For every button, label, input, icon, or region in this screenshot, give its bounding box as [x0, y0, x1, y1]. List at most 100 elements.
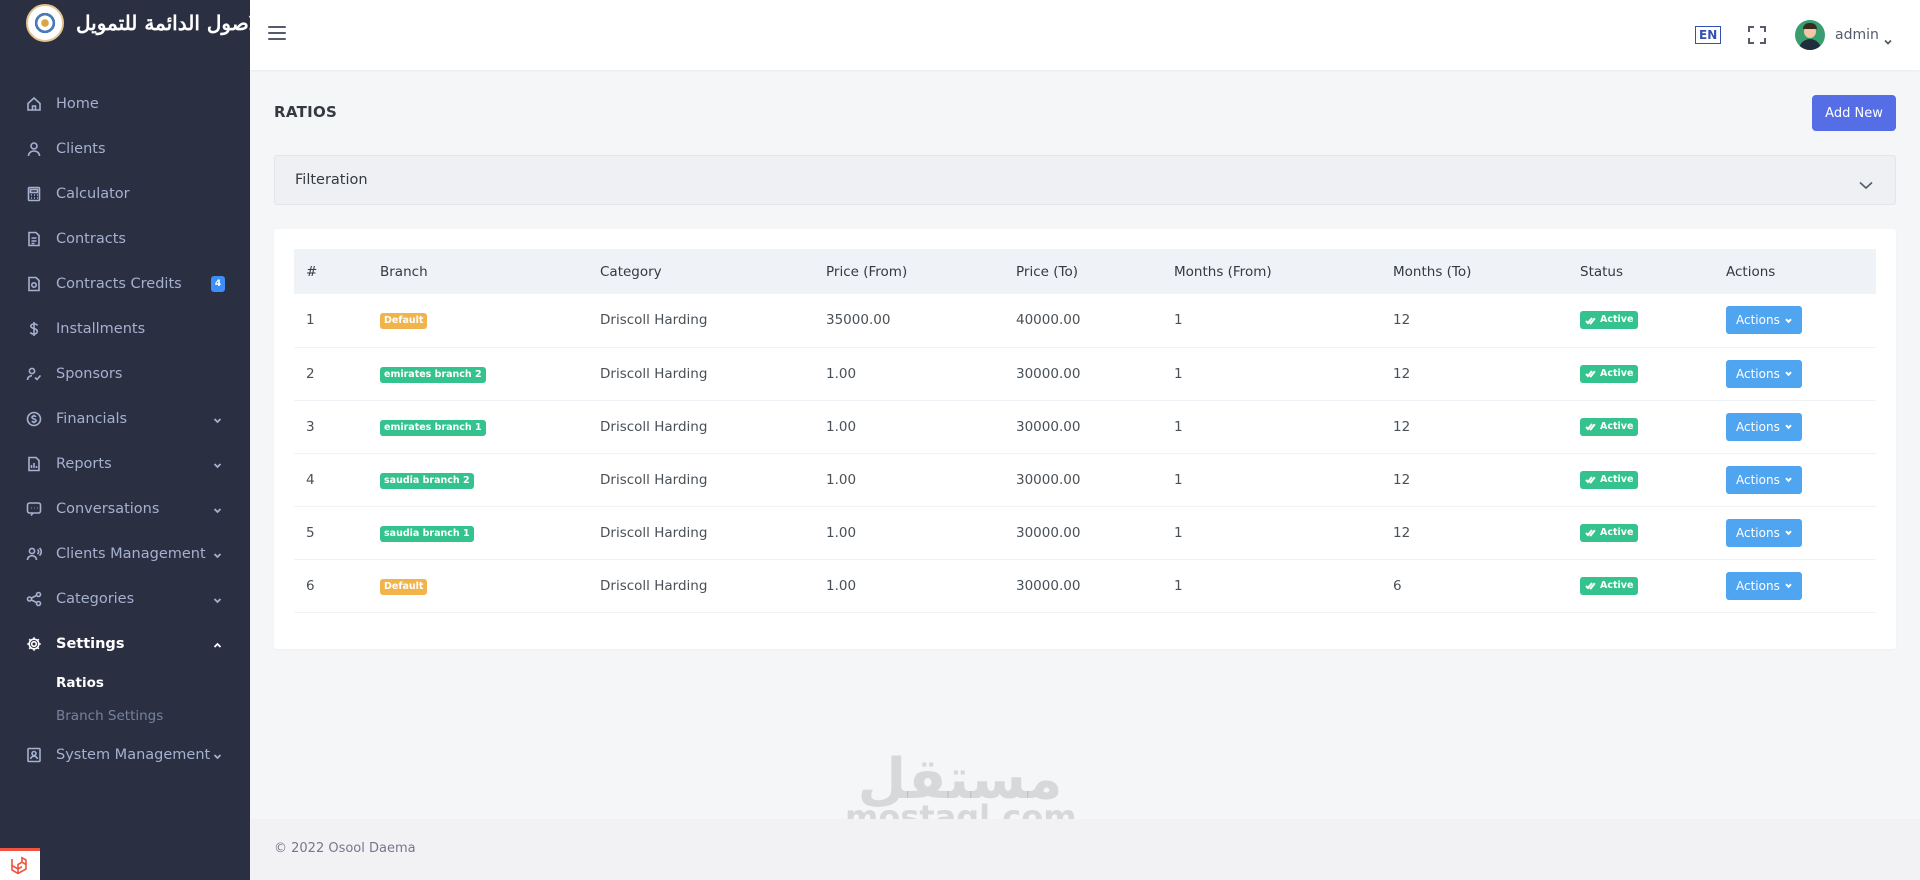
cell-price-from: 1.00 — [826, 577, 857, 594]
sidebar-item-installments[interactable]: Installments — [0, 306, 250, 351]
branch-badge: Default — [380, 578, 428, 595]
chevron-down-icon — [213, 749, 222, 760]
gear-icon — [26, 636, 42, 652]
double-check-icon — [1585, 423, 1596, 431]
sidebar-item-contracts[interactable]: Contracts — [0, 216, 250, 261]
cell-status: Active — [1568, 559, 1714, 612]
fullscreen-icon[interactable] — [1748, 26, 1766, 44]
cell-branch: emirates branch 1 — [368, 400, 588, 453]
branch-badge: emirates branch 1 — [380, 419, 486, 436]
home-icon — [26, 96, 42, 112]
sidebar-item-calculator[interactable]: Calculator — [0, 171, 250, 216]
cell-actions: Actions — [1714, 559, 1876, 612]
cell-price-to: 30000.00 — [1016, 418, 1081, 435]
sidebar-item-label: Conversations — [56, 500, 160, 517]
footer: © 2022 Osool Daema — [250, 819, 1920, 880]
branch-badge: Default — [380, 313, 428, 330]
document-icon — [26, 231, 42, 247]
sidebar-item-sponsors[interactable]: Sponsors — [0, 351, 250, 396]
sidebar-item-label: Home — [56, 95, 99, 112]
sidebar-item-reports[interactable]: Reports — [0, 441, 250, 486]
user-icon — [26, 141, 42, 157]
cell-price-from: 35000.00 — [826, 312, 891, 329]
actions-dropdown-button[interactable]: Actions — [1726, 306, 1802, 335]
watermark-arabic: مستقل — [857, 747, 1063, 812]
status-label: Active — [1600, 473, 1634, 485]
brand[interactable]: الاصول الدائمة للتمويل — [0, 0, 266, 46]
subnav-item-ratios[interactable]: Ratios — [0, 666, 250, 699]
sidebar-item-label: Categories — [56, 590, 135, 607]
cell-months-to: 12 — [1393, 418, 1411, 435]
ratios-card: # Branch Category Price (From) Price (To… — [274, 229, 1896, 649]
actions-dropdown-button[interactable]: Actions — [1726, 412, 1802, 441]
chevron-down-icon — [213, 503, 222, 514]
sidebar-item-contracts-credits[interactable]: Contracts Credits 4 — [0, 261, 250, 306]
table-row: 4 saudia branch 2 Driscoll Harding 1.00 3000… — [294, 453, 1876, 506]
actions-label: Actions — [1736, 578, 1780, 593]
status-label: Active — [1600, 420, 1634, 432]
cell-months-from: 1 — [1174, 365, 1183, 382]
sidebar-item-conversations[interactable]: Conversations — [0, 486, 250, 531]
subnav-item-branch-settings[interactable]: Branch Settings — [0, 699, 250, 732]
sidebar-item-system-management[interactable]: System Management — [0, 732, 250, 777]
status-badge: Active — [1580, 470, 1639, 489]
cell-price-from: 1.00 — [826, 365, 857, 382]
laravel-debugbar-icon[interactable] — [0, 848, 40, 880]
add-new-button[interactable]: Add New — [1812, 95, 1896, 131]
sidebar-item-home[interactable]: Home — [0, 81, 250, 126]
sidebar-item-categories[interactable]: Categories — [0, 576, 250, 621]
chevron-down-icon — [213, 593, 222, 604]
chevron-down-icon — [1884, 31, 1892, 45]
cell-months-from: 1 — [1174, 471, 1183, 488]
actions-dropdown-button[interactable]: Actions — [1726, 571, 1802, 600]
actions-label: Actions — [1736, 525, 1780, 540]
status-label: Active — [1600, 579, 1634, 591]
footer-copyright: © 2022 Osool Daema — [274, 841, 416, 856]
cell-status: Active — [1568, 506, 1714, 559]
status-badge: Active — [1580, 576, 1639, 595]
table-row: 1 Default Driscoll Harding 35000.00 40000.00… — [294, 294, 1876, 347]
double-check-icon — [1585, 582, 1596, 590]
cell-actions: Actions — [1714, 400, 1876, 453]
chevron-down-icon — [1785, 424, 1792, 430]
menu-toggle-icon[interactable] — [268, 26, 286, 42]
sidebar-item-label: Sponsors — [56, 365, 123, 382]
sidebar-item-clients-management[interactable]: Clients Management — [0, 531, 250, 576]
double-check-icon — [1585, 317, 1596, 325]
id-card-icon — [26, 747, 42, 763]
sidebar-item-label: Calculator — [56, 185, 130, 202]
chevron-down-icon — [1785, 318, 1792, 323]
document-credit-icon — [26, 276, 42, 292]
sidebar-item-clients[interactable]: Clients — [0, 126, 250, 171]
actions-dropdown-button[interactable]: Actions — [1726, 465, 1802, 494]
brand-name: الاصول الدائمة للتمويل — [76, 11, 266, 35]
cell-id: 5 — [306, 524, 315, 541]
sidebar-item-label: Contracts Credits — [56, 275, 182, 292]
cell-category: Driscoll Harding — [600, 418, 708, 435]
col-header-id: # — [306, 263, 318, 280]
cell-branch: saudia branch 2 — [368, 453, 588, 506]
chevron-down-icon — [1785, 583, 1792, 589]
sidebar-item-settings[interactable]: Settings — [0, 621, 250, 666]
report-icon — [26, 456, 42, 472]
filter-accordion[interactable]: Filteration — [274, 155, 1896, 205]
col-header-months-from: Months (From) — [1174, 263, 1272, 280]
table-row: 6 Default Driscoll Harding 1.00 30000.00 1 6 Ac… — [294, 559, 1876, 612]
language-switch[interactable]: EN — [1695, 26, 1722, 44]
user-check-icon — [26, 366, 42, 382]
cell-price-from: 1.00 — [826, 524, 857, 541]
user-voice-icon — [26, 546, 42, 562]
cell-status: Active — [1568, 347, 1714, 400]
cell-branch: saudia branch 1 — [368, 506, 588, 559]
sidebar-item-financials[interactable]: Financials — [0, 396, 250, 441]
user-menu[interactable]: admin — [1795, 20, 1892, 50]
status-badge: Active — [1580, 417, 1639, 436]
sidebar-item-label: Settings — [56, 635, 125, 652]
cell-id: 1 — [306, 312, 315, 329]
chevron-down-icon — [213, 548, 222, 559]
actions-dropdown-button[interactable]: Actions — [1726, 359, 1802, 388]
actions-dropdown-button[interactable]: Actions — [1726, 518, 1802, 547]
sidebar-item-label: Reports — [56, 455, 112, 472]
chevron-down-icon — [1785, 477, 1792, 483]
cell-months-to: 12 — [1393, 312, 1411, 329]
